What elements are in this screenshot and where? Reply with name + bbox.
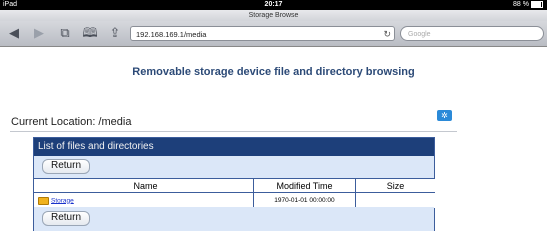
browser-page-title: Storage Browse — [0, 10, 547, 21]
back-arrow-icon[interactable]: ◀ — [5, 24, 23, 42]
clock: 20:17 — [264, 1, 283, 8]
reload-icon[interactable]: ↻ — [383, 27, 391, 42]
bookmarks-icon[interactable]: 🕮 — [81, 24, 99, 42]
column-header-modified: Modified Time — [253, 178, 356, 193]
folder-icon — [38, 196, 49, 205]
bottom-return-strip: Return — [34, 207, 434, 231]
browser-toolbar: ◀ ▶ ⧉ 🕮 ⇪ 192.168.169.1/media ↻ Google — [0, 21, 547, 47]
column-header-name: Name — [34, 178, 254, 193]
table-header-row: Name Modified Time Size — [34, 178, 435, 193]
location-divider — [10, 131, 457, 132]
panel-title: List of files and directories — [34, 138, 434, 156]
settings-gear-icon[interactable]: ✲ — [437, 110, 452, 121]
tabs-icon[interactable]: ⧉ — [56, 24, 74, 42]
forward-arrow-icon[interactable]: ▶ — [30, 24, 48, 42]
column-header-size: Size — [354, 178, 435, 193]
battery-percent: 88 % — [513, 1, 529, 8]
battery-icon — [531, 0, 543, 8]
current-location: Current Location: /media — [11, 116, 132, 128]
file-table: Name Modified Time Size Storage 1970-01-… — [34, 178, 435, 209]
url-text: 192.168.169.1/media — [136, 30, 207, 39]
file-list-panel: List of files and directories Return Nam… — [33, 137, 435, 231]
top-return-strip: Return — [34, 156, 434, 178]
status-bar: iPad 20:17 88 % — [0, 0, 547, 10]
return-button-bottom[interactable]: Return — [42, 211, 91, 226]
address-bar[interactable]: 192.168.169.1/media ↻ — [130, 26, 395, 41]
return-button-top[interactable]: Return — [42, 159, 91, 174]
file-link-storage[interactable]: Storage — [51, 197, 74, 204]
battery-status: 88 % — [513, 0, 543, 10]
page-heading: Removable storage device file and direct… — [132, 66, 415, 78]
share-icon[interactable]: ⇪ — [106, 24, 124, 42]
search-input[interactable]: Google — [400, 26, 544, 41]
